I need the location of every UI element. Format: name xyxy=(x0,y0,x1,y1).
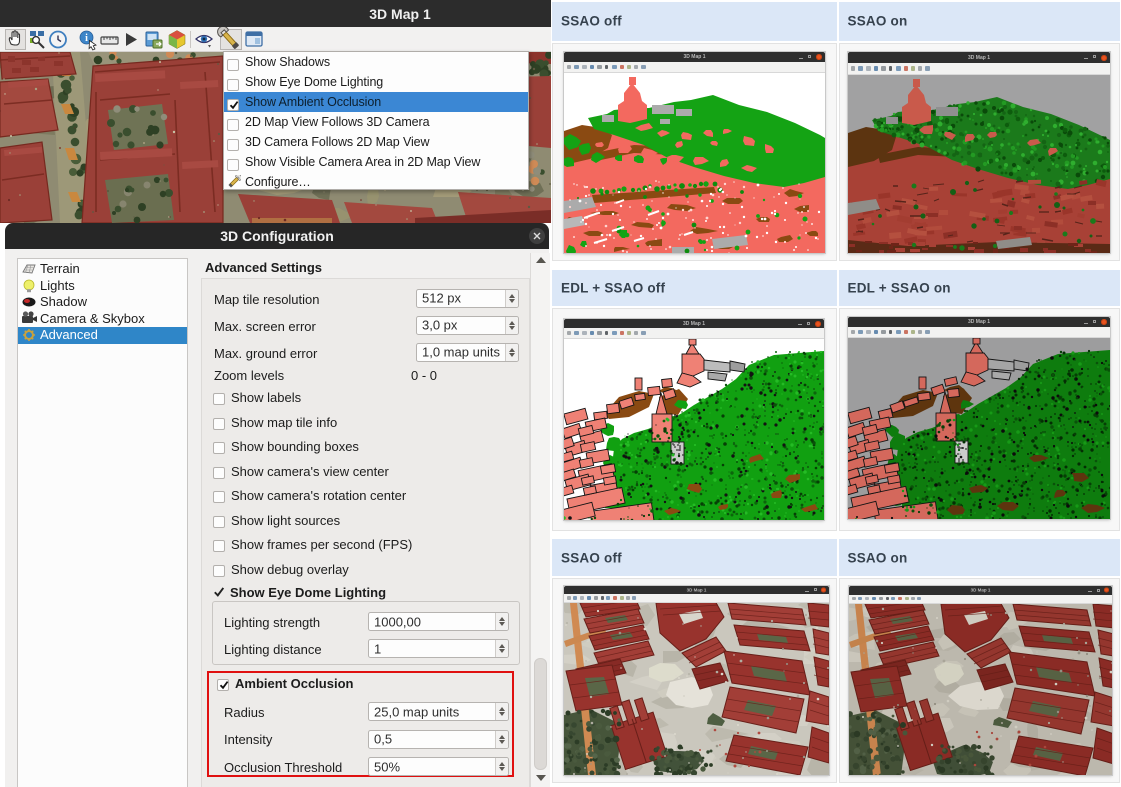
svg-text:i: i xyxy=(85,33,88,44)
